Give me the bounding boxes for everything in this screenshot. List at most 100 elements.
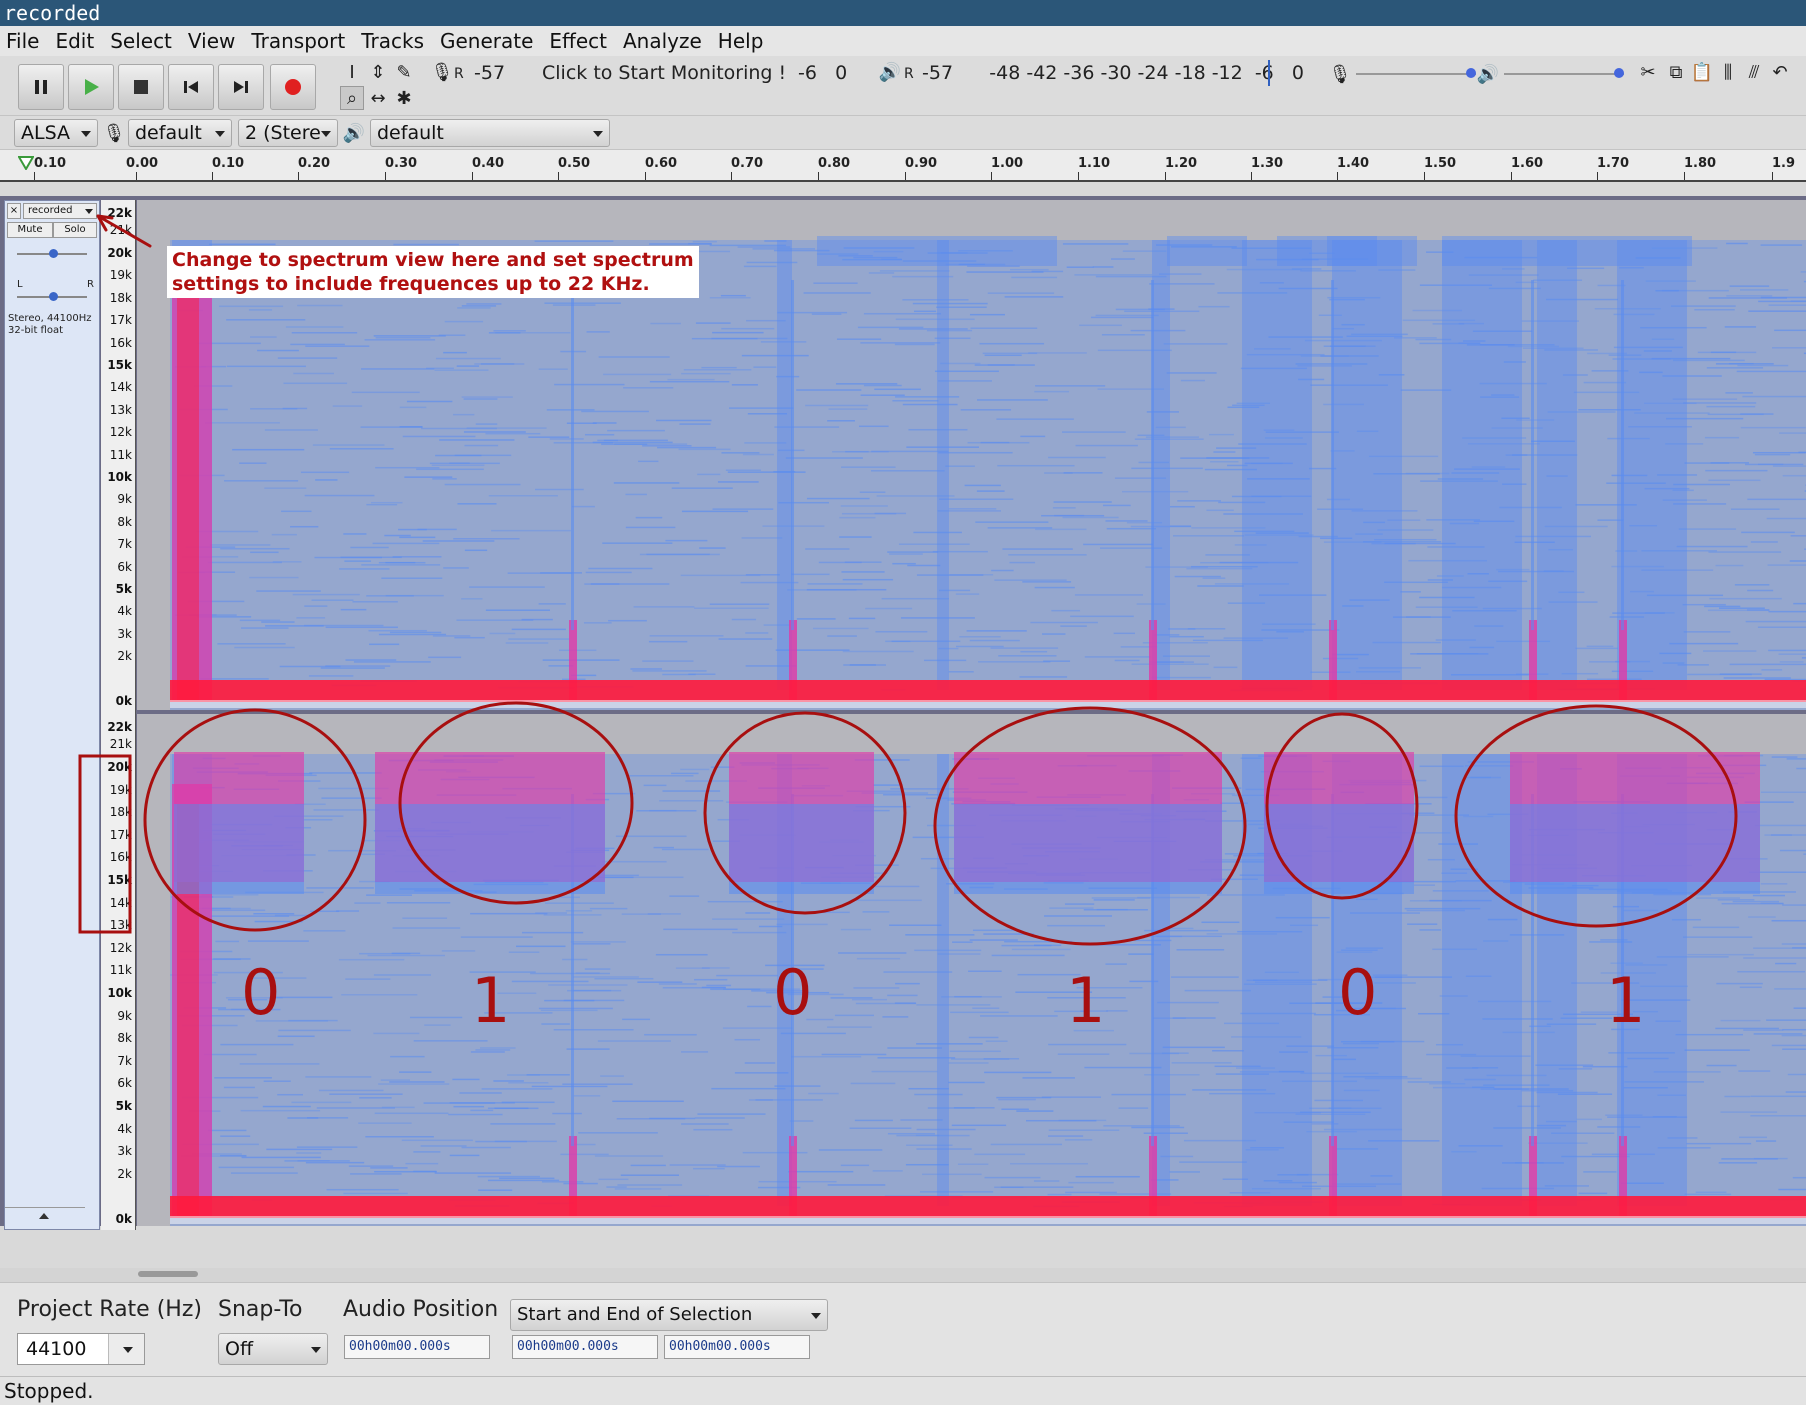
menu-generate[interactable]: Generate	[440, 29, 533, 53]
menu-tracks[interactable]: Tracks	[361, 29, 424, 53]
ruler-label: 0.10	[212, 156, 245, 171]
selection-start-time[interactable]: 00h00m00.000s	[512, 1335, 658, 1359]
menu-view[interactable]: View	[188, 29, 235, 53]
window-title: recorded	[0, 0, 1806, 26]
chevron-down-icon	[123, 1347, 133, 1353]
annotation-note: Change to spectrum view here and set spe…	[167, 246, 699, 298]
ruler-tick	[1165, 172, 1166, 180]
playback-volume-thumb[interactable]	[1614, 68, 1624, 78]
selection-mode-select[interactable]: Start and End of Selection	[510, 1299, 828, 1331]
ruler-tick	[34, 172, 35, 180]
handwritten-annotations: 0 1 0 1 0 1	[78, 214, 1738, 1037]
ruler-label: 1.80	[1684, 156, 1717, 171]
cut-icon[interactable]: ✂	[1636, 60, 1660, 84]
ruler-label: 0.40	[472, 156, 505, 171]
skip-to-end-button[interactable]	[218, 64, 264, 110]
project-rate-label: Project Rate (Hz)	[17, 1297, 202, 1322]
annotation-circle-6	[1454, 704, 1738, 928]
ruler-tick	[645, 172, 646, 180]
draw-tool-icon[interactable]: ✎	[392, 60, 416, 84]
playback-volume-slider[interactable]	[1504, 73, 1624, 75]
stop-icon	[134, 80, 148, 94]
timeshift-tool-icon[interactable]: ↔	[366, 86, 390, 110]
trim-icon[interactable]: ⫼	[1716, 60, 1740, 84]
record-volume-slider[interactable]	[1356, 73, 1476, 75]
menu-analyze[interactable]: Analyze	[623, 29, 702, 53]
ruler-label: 1.70	[1597, 156, 1630, 171]
paste-icon[interactable]: 📋	[1690, 60, 1714, 84]
annotation-circle-1	[143, 708, 367, 932]
skip-to-start-button[interactable]	[168, 64, 214, 110]
pause-icon	[35, 80, 47, 94]
audio-host-value: ALSA	[21, 122, 70, 144]
menu-transport[interactable]: Transport	[251, 29, 345, 53]
handwritten-digit: 0	[241, 956, 280, 1029]
horizontal-scrollbar[interactable]	[0, 1268, 1806, 1282]
pause-button[interactable]	[18, 64, 64, 110]
microphone-icon: 🎙	[102, 122, 126, 144]
playback-meter-scale: -57 -48 -42 -36 -30 -24 -18 -12 -6 0	[922, 62, 1304, 84]
menu-help[interactable]: Help	[718, 29, 764, 53]
record-volume-thumb[interactable]	[1466, 68, 1476, 78]
ruler-label: 1.00	[991, 156, 1024, 171]
copy-icon[interactable]: ⧉	[1664, 60, 1688, 84]
audio-host-select[interactable]: ALSA	[14, 119, 98, 147]
menu-effect[interactable]: Effect	[549, 29, 607, 53]
ruler-label: 1.40	[1337, 156, 1370, 171]
ruler-label: 1.60	[1511, 156, 1544, 171]
ruler-tick	[385, 172, 386, 180]
undo-icon[interactable]: ↶	[1768, 60, 1792, 84]
project-rate-value: 44100	[26, 1338, 87, 1360]
snap-to-select[interactable]: Off	[218, 1333, 328, 1365]
annotation-circle-2	[398, 701, 634, 905]
ruler-label: 0.20	[298, 156, 331, 171]
record-meter-channel: R	[454, 66, 464, 82]
annotation-circle-5	[1265, 712, 1419, 900]
play-icon	[85, 79, 99, 95]
menu-edit[interactable]: Edit	[55, 29, 94, 53]
playback-device-value: default	[377, 122, 444, 144]
recording-device-select[interactable]: default	[128, 119, 232, 147]
selection-end-time[interactable]: 00h00m00.000s	[664, 1335, 810, 1359]
ruler-tick	[1597, 172, 1598, 180]
transport-toolbar: I ⇕ ✎ ⌕ ↔ ✱ 🎙 R -57 Click to Start Monit…	[0, 56, 1806, 116]
selection-tool-icon[interactable]: I	[340, 60, 364, 84]
scrollbar-thumb[interactable]	[138, 1271, 198, 1277]
ruler-tick	[1337, 172, 1338, 180]
project-rate-input[interactable]: 44100	[17, 1333, 145, 1365]
zoom-tool-icon[interactable]: ⌕	[340, 86, 364, 110]
status-bar: Stopped.	[0, 1376, 1806, 1405]
menu-bar: File Edit Select View Transport Tracks Generat…	[0, 26, 1806, 56]
microphone-icon[interactable]: 🎙	[430, 60, 454, 84]
ruler-tick	[1684, 172, 1685, 180]
play-button[interactable]	[68, 64, 114, 110]
envelope-tool-icon[interactable]: ⇕	[366, 60, 390, 84]
silence-icon[interactable]: ⫻	[1742, 60, 1766, 84]
playback-device-select[interactable]: default	[370, 119, 610, 147]
record-meter-prompt[interactable]: Click to Start Monitoring !	[542, 62, 786, 84]
skip-end-icon	[234, 81, 248, 93]
ruler-tick	[298, 172, 299, 180]
stop-button[interactable]	[118, 64, 164, 110]
ruler-label: 1.20	[1165, 156, 1198, 171]
play-head-icon[interactable]	[18, 156, 34, 170]
track-area: × recorded Mute Solo L R Stereo, 44100Hz…	[0, 196, 1806, 1230]
menu-file[interactable]: File	[6, 29, 39, 53]
menu-select[interactable]: Select	[110, 29, 172, 53]
multi-tool-icon[interactable]: ✱	[392, 86, 416, 110]
project-rate-dropdown[interactable]	[108, 1334, 144, 1364]
ruler-tick	[1078, 172, 1079, 180]
timeline-ruler[interactable]: 0.10 0.00 0.10 0.20 0.30 0.40 0.50 0.60 0.70 0.80…	[0, 150, 1806, 182]
record-button[interactable]	[270, 64, 316, 110]
ruler-tick	[136, 172, 137, 180]
handwritten-digit: 0	[773, 956, 812, 1029]
skip-start-icon	[184, 81, 198, 93]
audio-position-time[interactable]: 00h00m00.000s	[344, 1335, 490, 1359]
recording-channels-select[interactable]: 2 (Stere	[238, 119, 338, 147]
ruler-label: 1.50	[1424, 156, 1457, 171]
ruler-label: 1.10	[1078, 156, 1111, 171]
ruler-label: 0.90	[905, 156, 938, 171]
ruler-tick	[991, 172, 992, 180]
speaker-icon[interactable]: 🔊	[878, 60, 902, 84]
playback-meter-marker	[1268, 60, 1270, 86]
